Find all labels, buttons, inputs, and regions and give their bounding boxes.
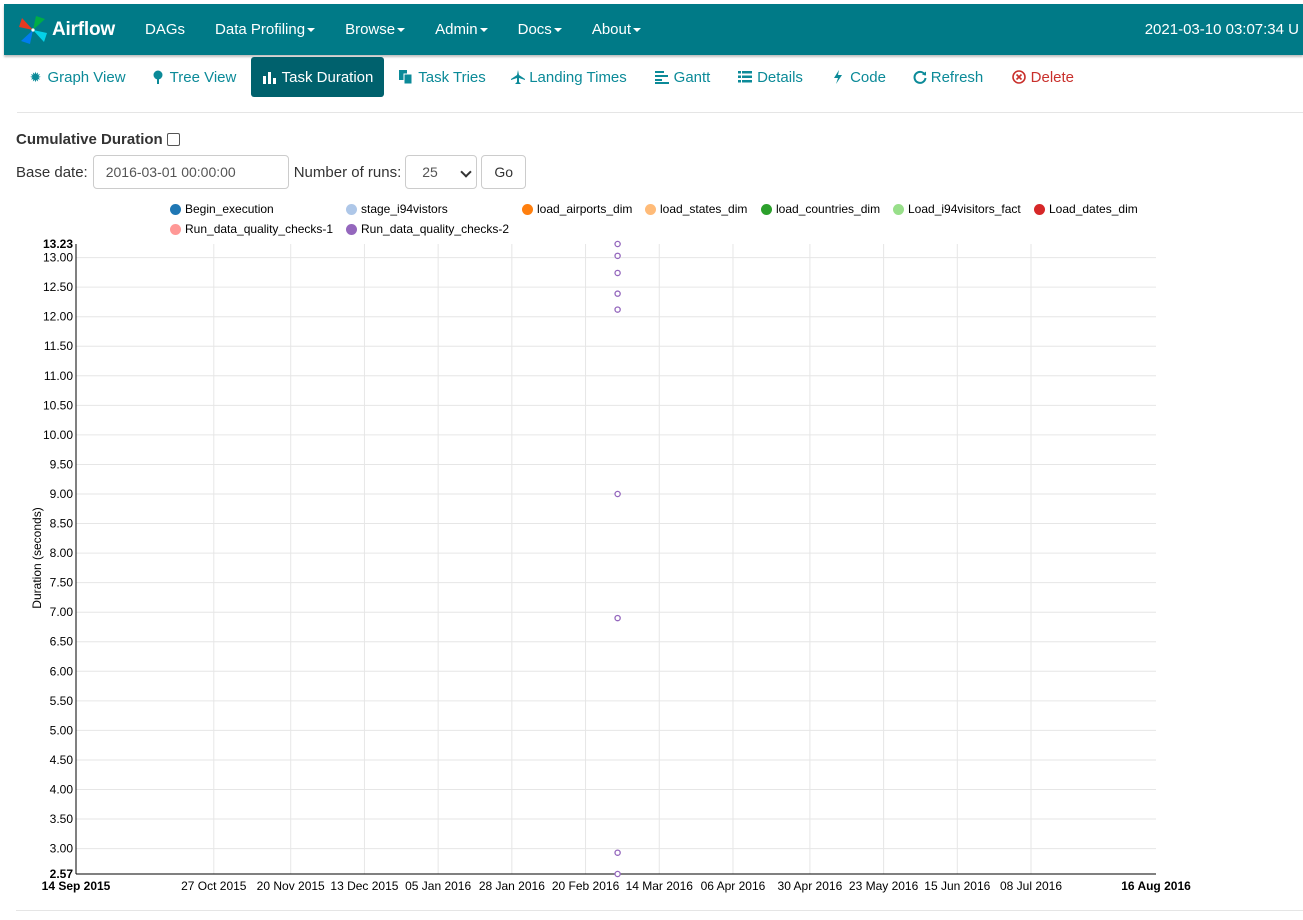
x-tick-label: 30 Apr 2016 [778, 879, 843, 893]
y-axis-label: Duration (seconds) [30, 507, 44, 608]
y-tick-label: 6.00 [50, 664, 74, 678]
y-tick-label: 3.50 [50, 812, 74, 826]
y-tick-label: 5.50 [50, 694, 74, 708]
y-tick-label: 11.00 [44, 369, 73, 383]
x-tick-label: 15 Jun 2016 [924, 879, 990, 893]
y-tick-label: 6.50 [50, 635, 74, 649]
y-tick-label: 11.50 [44, 339, 73, 353]
data-point[interactable] [614, 849, 621, 856]
y-tick-label: 5.00 [50, 723, 74, 737]
x-tick-label: 16 Aug 2016 [1121, 879, 1191, 893]
y-tick-label: 7.00 [50, 605, 74, 619]
divider [16, 910, 1303, 911]
y-tick-label: 9.00 [50, 487, 74, 501]
y-tick-label: 13.00 [43, 251, 73, 265]
y-tick-label: 4.00 [50, 782, 74, 796]
data-point[interactable] [614, 870, 621, 878]
y-tick-label: 4.50 [50, 753, 74, 767]
chart-grid [76, 244, 1156, 874]
x-tick-label: 20 Nov 2015 [257, 879, 325, 893]
y-tick-label: 10.50 [43, 398, 73, 412]
y-tick-label: 3.00 [50, 842, 74, 856]
task-duration-chart: 2.573.003.504.004.505.005.506.006.507.00… [30, 237, 1191, 893]
x-tick-label: 05 Jan 2016 [405, 879, 471, 893]
data-point[interactable] [614, 290, 621, 297]
x-tick-label: 28 Jan 2016 [479, 879, 545, 893]
data-point[interactable] [614, 614, 621, 622]
y-tick-label: 8.00 [50, 546, 74, 560]
y-tick-label: 12.50 [43, 280, 73, 294]
x-tick-label: 08 Jul 2016 [1000, 879, 1062, 893]
y-tick-label: 8.50 [50, 517, 74, 531]
y-tick-label: 9.50 [50, 457, 74, 471]
y-axis: 2.573.003.504.004.505.005.506.006.507.00… [43, 237, 77, 881]
y-tick-label: 7.50 [50, 576, 74, 590]
x-tick-label: 27 Oct 2015 [181, 879, 247, 893]
x-tick-label: 13 Dec 2015 [330, 879, 398, 893]
data-point[interactable] [614, 240, 621, 248]
data-point[interactable] [614, 306, 621, 313]
x-tick-label: 14 Sep 2015 [42, 879, 111, 893]
y-tick-label: 12.00 [43, 310, 73, 324]
data-point[interactable] [614, 269, 621, 277]
x-tick-label: 23 May 2016 [849, 879, 919, 893]
x-tick-label: 06 Apr 2016 [701, 879, 766, 893]
y-tick-label: 13.23 [43, 237, 73, 251]
x-tick-label: 14 Mar 2016 [626, 879, 694, 893]
data-point[interactable] [614, 252, 621, 260]
x-tick-label: 20 Feb 2016 [552, 879, 620, 893]
chart-points [614, 240, 621, 878]
data-point[interactable] [614, 490, 621, 498]
y-tick-label: 10.00 [43, 428, 73, 442]
